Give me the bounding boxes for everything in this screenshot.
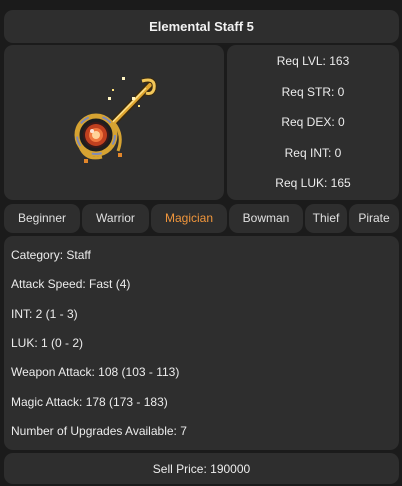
- tab-magician[interactable]: Magician: [151, 204, 227, 233]
- stat-magic-attack: Magic Attack: 178 (173 - 183): [11, 394, 168, 409]
- elemental-staff-icon: [74, 77, 157, 163]
- tab-thief[interactable]: Thief: [305, 204, 347, 233]
- req-dex: Req DEX: 0: [281, 115, 345, 129]
- stat-attack-speed: Attack Speed: Fast (4): [11, 277, 131, 292]
- stat-category: Category: Staff: [11, 248, 91, 262]
- tab-warrior[interactable]: Warrior: [82, 204, 149, 233]
- requirements-panel: Req LVL: 163 Req STR: 0 Req DEX: 0 Req I…: [227, 45, 399, 200]
- req-str: Req STR: 0: [281, 84, 345, 99]
- item-title: Elemental Staff 5: [4, 10, 399, 43]
- job-tabs: Beginner Warrior Magician Bowman Thief P…: [4, 204, 399, 233]
- stat-upgrades: Number of Upgrades Available: 7: [11, 423, 187, 438]
- tab-beginner[interactable]: Beginner: [4, 204, 80, 233]
- stat-int: INT: 2 (1 - 3): [11, 306, 78, 321]
- stats-panel: Category: Staff Attack Speed: Fast (4) I…: [4, 236, 399, 450]
- stat-luk: LUK: 1 (0 - 2): [11, 335, 84, 350]
- sell-price: Sell Price: 190000: [4, 453, 399, 484]
- req-int: Req INT: 0: [284, 145, 342, 160]
- tab-pirate[interactable]: Pirate: [349, 204, 399, 233]
- req-level: Req LVL: 163: [276, 54, 350, 68]
- tab-bowman[interactable]: Bowman: [229, 204, 303, 233]
- item-icon-panel: [4, 45, 224, 200]
- req-luk: Req LUK: 165: [275, 176, 351, 190]
- stat-weapon-attack: Weapon Attack: 108 (103 - 113): [11, 365, 180, 380]
